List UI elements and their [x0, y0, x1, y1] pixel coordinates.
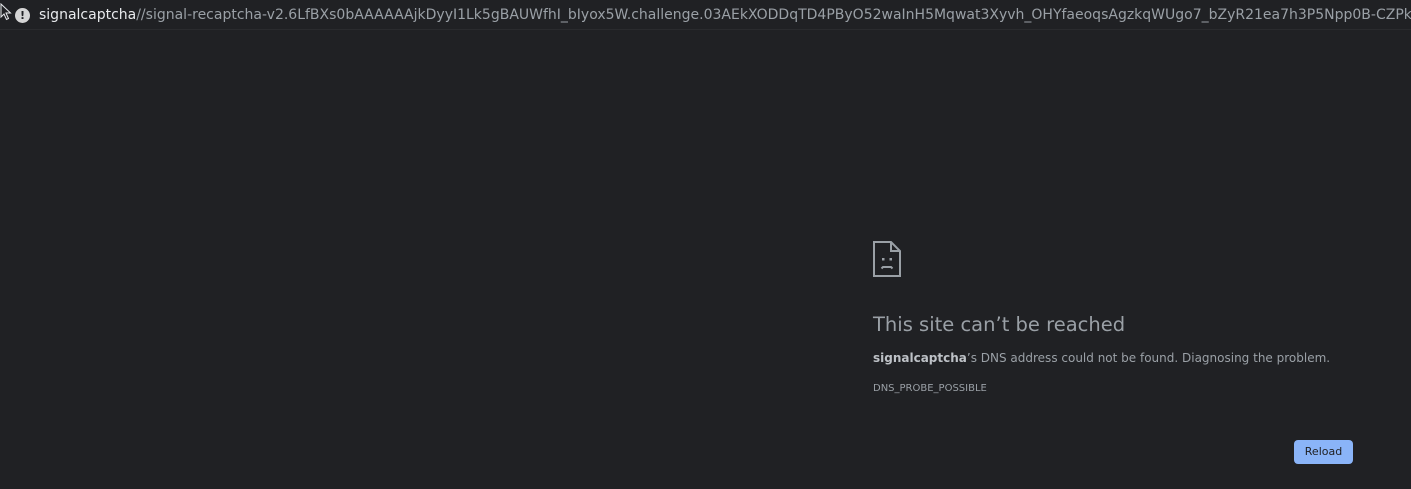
sad-document-icon — [873, 241, 901, 277]
error-host: signalcaptcha — [873, 351, 967, 365]
url-text[interactable]: signalcaptcha//signal-recaptcha-v2.6LfBX… — [39, 6, 1411, 24]
mouse-cursor-icon — [0, 3, 12, 21]
error-code: DNS_PROBE_POSSIBLE — [873, 383, 987, 394]
error-title: This site can’t be reached — [873, 313, 1126, 336]
error-message: ’s DNS address could not be found. Diagn… — [966, 351, 1331, 365]
error-description: signalcaptcha’s DNS address could not be… — [873, 351, 1330, 365]
address-bar[interactable]: ! signalcaptcha//signal-recaptcha-v2.6Lf… — [0, 0, 1411, 30]
reload-button[interactable]: Reload — [1294, 440, 1353, 464]
url-path: //signal-recaptcha-v2.6LfBXs0bAAAAAAjkDy… — [136, 7, 1411, 23]
info-icon[interactable]: ! — [15, 8, 30, 23]
url-host: signalcaptcha — [39, 7, 137, 23]
